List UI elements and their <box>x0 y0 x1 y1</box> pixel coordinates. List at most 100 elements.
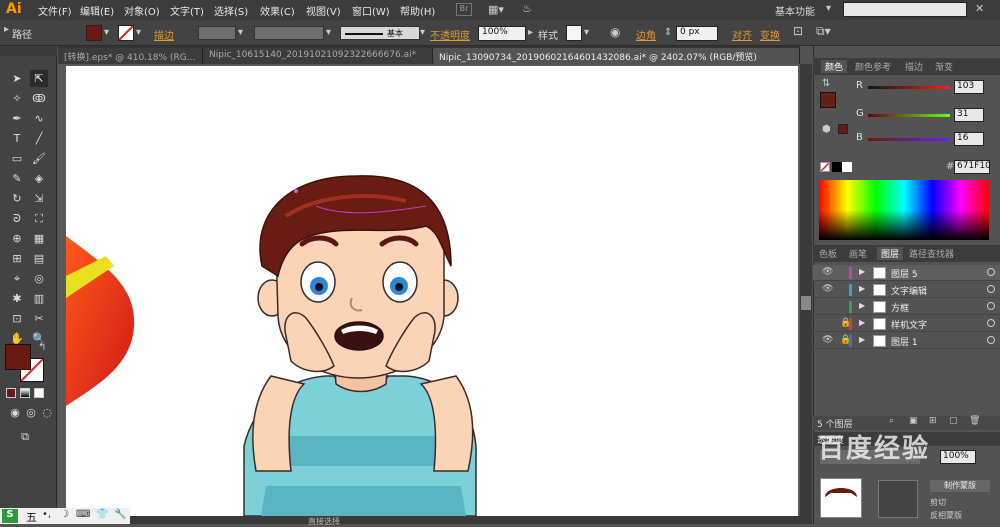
vertical-scroll-thumb[interactable] <box>801 296 811 310</box>
workspace-switcher[interactable]: 基本功能 <box>775 3 815 18</box>
menu-file[interactable]: 文件(F) <box>38 3 72 18</box>
eye-icon[interactable]: 👁 <box>822 284 833 294</box>
expand-icon[interactable]: ▶ <box>859 335 865 344</box>
layer-row[interactable]: ▶ 方框 <box>813 299 1000 315</box>
menu-object[interactable]: 对象(O) <box>124 3 160 18</box>
perspective-grid-icon[interactable]: ▦ <box>30 230 48 247</box>
g-field[interactable]: 31 <box>954 108 984 122</box>
opacity-arrow-icon[interactable]: ▸ <box>528 27 533 38</box>
eye-icon[interactable]: 👁 <box>822 267 833 277</box>
menu-window[interactable]: 窗口(W) <box>352 3 390 18</box>
corner-field[interactable]: 0 px <box>676 26 718 41</box>
curvature-tool-icon[interactable]: ∿ <box>30 110 48 127</box>
pencil-tool-icon[interactable]: ✎ <box>8 170 26 187</box>
eye-icon[interactable]: 👁 <box>822 335 833 345</box>
tab-gradient[interactable]: 渐变 <box>935 60 953 73</box>
isolate-icon[interactable]: ⊡ <box>793 24 803 38</box>
layer-row[interactable]: 🔒 ▶ 样机文字 <box>813 316 1000 332</box>
layer-row[interactable]: 👁 ▶ 图层 5 <box>813 265 1000 281</box>
recolor-icon[interactable]: ◉ <box>610 25 620 39</box>
menu-type[interactable]: 文字(T) <box>170 3 204 18</box>
moon-icon[interactable]: ☽ <box>60 509 69 520</box>
layer-name[interactable]: 样机文字 <box>891 318 927 331</box>
gradient-mode-icon[interactable] <box>20 388 30 398</box>
new-sublayer-icon[interactable]: ⊞ <box>929 416 937 426</box>
tab-doc-2[interactable]: Nipic_10615140_20191021092322666676.ai* <box>203 48 433 64</box>
align-link[interactable]: 对齐 <box>732 27 752 42</box>
locate-object-icon[interactable]: ⌕ <box>889 416 894 426</box>
layer-row[interactable]: 👁 🔒 ▶ 图层 1 <box>813 333 1000 349</box>
paintbrush-icon[interactable]: 🖌 <box>30 150 48 167</box>
symbol-sprayer-icon[interactable]: ✱ <box>8 290 26 307</box>
gradient-tool-icon[interactable]: ▤ <box>30 250 48 267</box>
menu-view[interactable]: 视图(V) <box>306 3 341 18</box>
stroke-weight-field[interactable] <box>198 26 236 40</box>
target-icon[interactable] <box>987 336 995 344</box>
warp-tool-icon[interactable]: ᘐ <box>8 210 26 227</box>
menu-select[interactable]: 选择(S) <box>214 3 248 18</box>
scale-tool-icon[interactable]: ⇲ <box>30 190 48 207</box>
artboard-tool-icon[interactable]: ⊡ <box>8 310 26 327</box>
b-slider[interactable] <box>868 138 950 141</box>
none-swatch[interactable] <box>820 162 830 172</box>
magic-wand-icon[interactable]: ✧ <box>8 90 26 107</box>
mesh-tool-icon[interactable]: ⊞ <box>8 250 26 267</box>
stroke-dropdown-icon[interactable]: ▾ <box>136 27 141 38</box>
fill-swatch[interactable] <box>86 25 102 41</box>
expand-icon[interactable]: ▶ <box>859 284 865 293</box>
tab-layers[interactable]: 图层 <box>877 247 904 260</box>
variable-width-profile[interactable] <box>254 26 324 40</box>
invert-mask-checkbox[interactable]: 反相蒙版 <box>930 510 962 521</box>
color-spectrum[interactable] <box>819 180 989 240</box>
none-mode-icon[interactable] <box>34 388 44 398</box>
shirt-skin-icon[interactable]: 👕 <box>96 509 108 520</box>
pen-tool-icon[interactable]: ✒ <box>8 110 26 127</box>
transform-link[interactable]: 变换 <box>760 27 780 42</box>
corner-stepper-icon[interactable]: ⇕ <box>664 27 672 38</box>
r-field[interactable]: 103 <box>954 80 984 94</box>
selection-tool-icon[interactable]: ➤ <box>8 70 26 87</box>
fill-color-preview[interactable] <box>820 92 836 108</box>
target-icon[interactable] <box>987 302 995 310</box>
lasso-icon[interactable]: ↂ <box>30 90 48 107</box>
menu-help[interactable]: 帮助(H) <box>400 3 435 18</box>
tab-doc-3[interactable]: Nipic_13090734_20190602164601432086.ai* … <box>433 48 800 64</box>
menu-effect[interactable]: 效果(C) <box>260 3 295 18</box>
draw-inside-icon[interactable]: ◌ <box>38 404 56 421</box>
expand-icon[interactable]: ▶ <box>859 318 865 327</box>
fill-color-front[interactable] <box>5 344 31 370</box>
gpu-icon[interactable]: ♨ <box>522 2 532 15</box>
keyboard-icon[interactable]: ⌨ <box>76 509 90 520</box>
swap-colors-icon[interactable]: ↰ <box>38 342 46 353</box>
style-dropdown-icon[interactable]: ▾ <box>584 27 589 38</box>
color-mode-icon[interactable]: ⇅ <box>822 78 830 89</box>
shape-builder-icon[interactable]: ⊕ <box>8 230 26 247</box>
rectangle-tool-icon[interactable]: ▭ <box>8 150 26 167</box>
punctuation-icon[interactable]: •, <box>42 509 51 520</box>
slice-tool-icon[interactable]: ✂ <box>30 310 48 327</box>
screen-mode-icon[interactable]: ⧉ <box>16 428 34 445</box>
make-mask-button[interactable]: 制作蒙版 <box>930 480 990 492</box>
target-icon[interactable] <box>987 319 995 327</box>
tab-swatches[interactable]: 色板 <box>819 247 837 260</box>
tab-doc-1[interactable]: [转换].eps* @ 410.18% (RG... <box>58 48 203 64</box>
blend-tool-icon[interactable]: ◎ <box>30 270 48 287</box>
brush-dropdown-icon[interactable]: ▾ <box>420 27 425 38</box>
black-swatch[interactable] <box>832 162 842 172</box>
bridge-icon[interactable]: Br <box>456 3 472 16</box>
make-clipping-mask-icon[interactable]: ▣ <box>909 416 918 426</box>
delete-layer-icon[interactable]: 🗑 <box>969 416 980 426</box>
out-of-gamut-swatch[interactable] <box>838 124 848 134</box>
menu-edit[interactable]: 编辑(E) <box>80 3 114 18</box>
sogou-ime-icon[interactable]: S <box>2 509 18 523</box>
arrange-documents-icon[interactable]: ▦▾ <box>488 3 504 16</box>
workspace-dropdown-icon[interactable]: ▾ <box>826 3 831 14</box>
mask-thumbnail[interactable] <box>878 480 918 518</box>
column-graph-icon[interactable]: ▥ <box>30 290 48 307</box>
direct-selection-tool-icon[interactable]: ⇱ <box>30 70 48 87</box>
opacity-label[interactable]: 不透明度 <box>430 27 470 42</box>
layer-name[interactable]: 图层 5 <box>891 267 918 280</box>
layer-row[interactable]: 👁 ▶ 文字编辑 <box>813 282 1000 298</box>
tab-color-guide[interactable]: 颜色参考 <box>855 60 891 73</box>
vertical-scrollbar[interactable] <box>800 64 812 524</box>
